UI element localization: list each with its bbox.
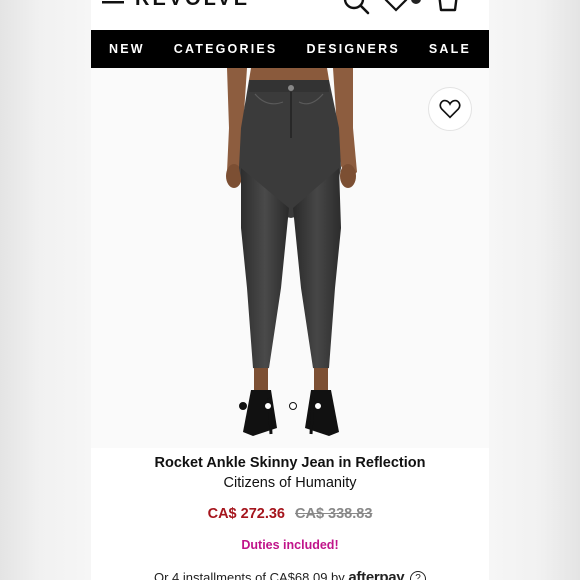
product-image-carousel[interactable] <box>91 68 489 448</box>
installments-info: Or 4 installments of CA$68.09 by afterpa… <box>91 569 489 580</box>
help-icon[interactable]: ? <box>409 570 426 580</box>
top-header: REVOLVE 0 <box>91 0 489 30</box>
product-page: REVOLVE 0 NEW CATEGORIES DESIGNERS SALE <box>91 0 489 580</box>
brand-logo[interactable]: REVOLVE <box>135 0 250 11</box>
nav-sale[interactable]: SALE <box>429 42 471 56</box>
carousel-dot-4[interactable] <box>313 402 322 410</box>
installments-text: Or 4 installments of CA$68.09 by <box>154 570 345 580</box>
wishlist-heart-icon[interactable] <box>383 0 409 12</box>
product-image <box>226 68 357 436</box>
nav-new[interactable]: NEW <box>109 42 145 56</box>
duties-note: Duties included! <box>241 538 339 552</box>
original-price: CA$ 338.83 <box>295 506 373 522</box>
carousel-dot-1[interactable] <box>238 402 247 410</box>
nav-designers[interactable]: DESIGNERS <box>306 42 399 56</box>
carousel-dot-3[interactable] <box>288 402 297 410</box>
menu-icon[interactable] <box>102 0 124 6</box>
wishlist-button[interactable] <box>428 87 472 131</box>
search-icon[interactable] <box>343 0 371 16</box>
wishlist-count-badge: 0 <box>411 0 421 4</box>
carousel-dot-2[interactable] <box>263 402 272 410</box>
category-nav: NEW CATEGORIES DESIGNERS SALE <box>91 30 489 68</box>
product-title: Rocket Ankle Skinny Jean in Reflection <box>154 455 426 471</box>
designer-link[interactable]: Citizens of Humanity <box>91 475 489 491</box>
sale-price: CA$ 272.36 <box>207 506 285 522</box>
shopping-bag-icon[interactable] <box>435 0 461 12</box>
carousel-dots <box>91 402 479 410</box>
afterpay-logo: afterpay <box>348 569 405 580</box>
nav-categories[interactable]: CATEGORIES <box>174 42 278 56</box>
price-block: CA$ 272.36 CA$ 338.83 <box>91 506 489 522</box>
heart-icon <box>439 99 461 119</box>
